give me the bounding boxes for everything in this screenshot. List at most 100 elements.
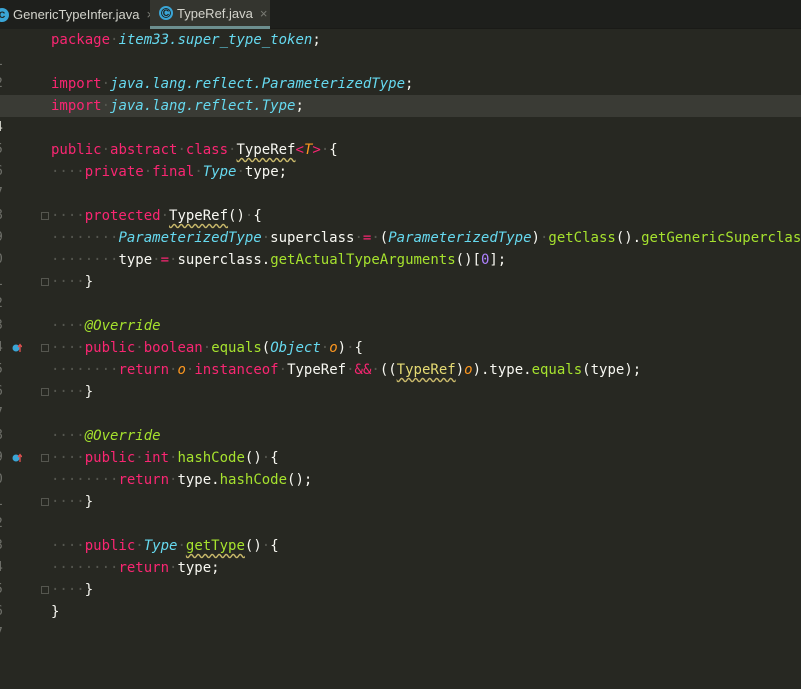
fold-icon[interactable] bbox=[41, 388, 49, 396]
code-line[interactable]: 3 bbox=[0, 513, 801, 553]
parameter: o bbox=[464, 362, 473, 378]
code-line-current[interactable]: 4 import·java.lang.reflect.Type; bbox=[0, 95, 801, 135]
fold-icon[interactable] bbox=[41, 586, 49, 594]
fold-icon[interactable] bbox=[41, 344, 49, 352]
keyword: public bbox=[51, 142, 102, 158]
punct: ( bbox=[379, 230, 389, 246]
method-name: getType bbox=[185, 538, 245, 554]
method-name: equals bbox=[211, 340, 262, 356]
type-name: Type bbox=[143, 538, 178, 554]
brace: { bbox=[270, 450, 279, 466]
keyword: protected bbox=[84, 208, 161, 224]
keyword: public bbox=[84, 340, 136, 356]
parameter: o bbox=[177, 362, 186, 378]
field-name: type bbox=[177, 560, 212, 576]
punct: ); bbox=[624, 362, 642, 378]
method-call: getActualTypeArguments bbox=[270, 252, 456, 268]
punct: ()[ bbox=[455, 252, 481, 268]
brace: } bbox=[51, 604, 60, 620]
method-call: equals bbox=[531, 362, 583, 378]
code-line[interactable]: 4 ····public·Type·getType()·{ bbox=[0, 535, 801, 575]
class-name: TypeRef bbox=[396, 362, 456, 378]
keyword: public bbox=[84, 538, 136, 554]
field-name: type bbox=[590, 362, 625, 378]
code-line[interactable]: 3 bbox=[0, 293, 801, 333]
method-call: getClass bbox=[548, 230, 616, 246]
field-name: type bbox=[489, 362, 524, 378]
code-line[interactable]: 5 ········return·type; bbox=[0, 557, 801, 597]
override-method-icon[interactable] bbox=[12, 453, 22, 463]
code-line[interactable]: 7 ····} bbox=[0, 381, 801, 421]
keyword: package bbox=[51, 32, 111, 48]
brace: { bbox=[270, 538, 279, 554]
punct: ; bbox=[405, 76, 414, 92]
code-line[interactable]: 9 ····@Override bbox=[0, 425, 801, 465]
tab-generic-type-infer[interactable]: C GenericTypeInfer.java × bbox=[0, 0, 154, 29]
punct: () bbox=[228, 208, 245, 224]
method-call: hashCode bbox=[219, 472, 288, 488]
code-line[interactable]: 0 ····public·int·hashCode()·{ bbox=[0, 447, 801, 487]
code-line[interactable]: 1 ········type·=·superclass.getActualTyp… bbox=[0, 249, 801, 289]
code-line[interactable]: 6 ····} bbox=[0, 579, 801, 619]
import-path: java.lang.reflect.ParameterizedType bbox=[110, 76, 406, 92]
type-name: Type bbox=[202, 164, 237, 180]
code-line[interactable]: 2 ····} bbox=[0, 491, 801, 531]
code-line[interactable]: 6 ········return·o·instanceof·TypeRef·&&… bbox=[0, 359, 801, 399]
punct: (). bbox=[615, 230, 642, 246]
punct: . bbox=[261, 252, 271, 268]
code-line[interactable]: 0 ········ParameterizedType·superclass·=… bbox=[0, 227, 801, 267]
code-line[interactable]: 7 } bbox=[0, 601, 801, 641]
code-editor[interactable]: 1 package·item33.super_type_token; 2 3 i… bbox=[0, 29, 801, 641]
brace: { bbox=[329, 142, 338, 158]
brace: } bbox=[84, 494, 94, 510]
brace: { bbox=[253, 208, 262, 224]
code-line[interactable]: 1 ········return·type.hashCode(); bbox=[0, 469, 801, 509]
parameter: o bbox=[329, 340, 338, 356]
keyword: return bbox=[118, 472, 170, 488]
keyword: return bbox=[118, 362, 170, 378]
punct: ( bbox=[582, 362, 591, 378]
tab-typeref[interactable]: C TypeRef.java × bbox=[150, 0, 270, 29]
punct: > bbox=[312, 142, 321, 158]
import-path: java.lang.reflect.Type bbox=[110, 98, 296, 114]
fold-icon[interactable] bbox=[41, 212, 49, 220]
code-line[interactable]: 6 public·abstract·class·TypeRef<T>·{ bbox=[0, 139, 801, 179]
annotation: @Override bbox=[84, 318, 161, 334]
fold-icon[interactable] bbox=[41, 454, 49, 462]
code-line[interactable]: 4 ····@Override bbox=[0, 315, 801, 355]
override-method-icon[interactable] bbox=[12, 343, 22, 353]
brace: } bbox=[84, 274, 94, 290]
punct: < bbox=[295, 142, 304, 158]
close-icon[interactable]: × bbox=[260, 6, 268, 21]
constructor-name: TypeRef bbox=[169, 208, 229, 224]
fold-icon[interactable] bbox=[41, 278, 49, 286]
keyword: private bbox=[84, 164, 144, 180]
code-line[interactable]: 2 ····} bbox=[0, 271, 801, 311]
fold-icon[interactable] bbox=[41, 498, 49, 506]
punct: ; bbox=[312, 32, 321, 48]
code-line[interactable]: 2 bbox=[0, 51, 801, 91]
line-number: 7 bbox=[0, 623, 15, 645]
field-name: type bbox=[244, 164, 279, 180]
editor-tab-bar: C GenericTypeInfer.java × C TypeRef.java… bbox=[0, 0, 801, 29]
code-line[interactable]: 9 ····protected·TypeRef()·{ bbox=[0, 205, 801, 245]
code-line[interactable]: 3 import·java.lang.reflect.Parameterized… bbox=[0, 73, 801, 113]
keyword: return bbox=[118, 560, 170, 576]
keyword: boolean bbox=[143, 340, 203, 356]
keyword: class bbox=[185, 142, 229, 158]
package-name: item33.super_type_token bbox=[118, 32, 313, 48]
method-name: hashCode bbox=[177, 450, 245, 466]
code-line[interactable]: 8 bbox=[0, 403, 801, 443]
class-name: TypeRef bbox=[287, 362, 347, 378]
field-name: type bbox=[177, 472, 212, 488]
code-line[interactable]: 8 bbox=[0, 183, 801, 223]
punct: ) bbox=[455, 362, 465, 378]
class-name: TypeRef bbox=[236, 142, 296, 158]
code-line[interactable]: 5 ····public·boolean·equals(Object·o)·{ bbox=[0, 337, 801, 377]
code-line[interactable]: 5 bbox=[0, 117, 801, 157]
keyword: import bbox=[51, 98, 102, 114]
punct: () bbox=[244, 538, 262, 554]
code-line[interactable]: 1 package·item33.super_type_token; bbox=[0, 29, 801, 69]
code-line[interactable]: 7 ····private·final·Type·type; bbox=[0, 161, 801, 201]
tab-label: TypeRef.java bbox=[177, 5, 253, 21]
